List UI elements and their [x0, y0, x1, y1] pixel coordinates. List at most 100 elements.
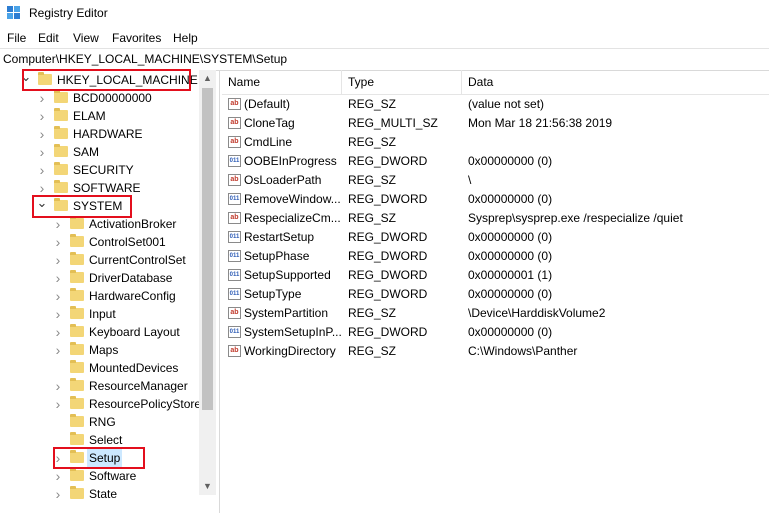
chevron-right-icon[interactable]: › [52, 377, 64, 395]
tree-scrollbar[interactable]: ▲ ▼ [199, 70, 216, 495]
value-name: RestartSetup [244, 230, 315, 244]
tree-node-label[interactable]: MountedDevices [89, 359, 178, 377]
chevron-right-icon[interactable]: › [52, 269, 64, 287]
tree-node-label[interactable]: Input [89, 305, 116, 323]
value-data: \ [468, 173, 472, 187]
value-row[interactable]: ab (Default) REG_SZ (value not set) [222, 95, 769, 114]
tree-node-label[interactable]: BCD00000000 [73, 89, 152, 107]
value-row[interactable]: ab CmdLine REG_SZ [222, 133, 769, 152]
chevron-right-icon[interactable]: › [36, 89, 48, 107]
chevron-right-icon[interactable]: › [36, 107, 48, 125]
window-title: Registry Editor [29, 6, 108, 20]
tree-node[interactable]: › HARDWARE [0, 125, 199, 143]
column-name-header[interactable]: Name [222, 70, 342, 94]
tree-node[interactable]: › Keyboard Layout [0, 323, 199, 341]
folder-icon [70, 288, 84, 301]
scroll-down-arrow-icon[interactable]: ▼ [199, 478, 216, 495]
value-row[interactable]: 011 RestartSetup REG_DWORD 0x00000000 (0) [222, 228, 769, 247]
menu-file[interactable]: File [7, 31, 26, 45]
value-row[interactable]: 011 SetupSupported REG_DWORD 0x00000001 (1) [222, 266, 769, 285]
tree-node[interactable]: › Maps [0, 341, 199, 359]
tree-node[interactable]: › Input [0, 305, 199, 323]
address-path[interactable]: Computer\HKEY_LOCAL_MACHINE\SYSTEM\Setup [3, 52, 287, 66]
tree-node[interactable]: › SAM [0, 143, 199, 161]
value-data: 0x00000000 (0) [468, 154, 553, 168]
menu-edit[interactable]: Edit [38, 31, 59, 45]
tree-node[interactable]: › State [0, 485, 199, 503]
tree-node-label[interactable]: Software [89, 467, 136, 485]
tree-node-label[interactable]: DriverDatabase [89, 269, 172, 287]
binary-value-icon: 011 [228, 288, 241, 300]
tree-node-label[interactable]: ELAM [73, 107, 106, 125]
value-data: (value not set) [468, 97, 545, 111]
tree-node[interactable]: › ControlSet001 [0, 233, 199, 251]
chevron-right-icon[interactable]: › [36, 125, 48, 143]
tree-node[interactable]: › DriverDatabase [0, 269, 199, 287]
tree-node-label[interactable]: ControlSet001 [89, 233, 166, 251]
value-row[interactable]: ab OsLoaderPath REG_SZ \ [222, 171, 769, 190]
chevron-right-icon[interactable]: › [52, 341, 64, 359]
tree-node[interactable]: RNG [0, 413, 199, 431]
value-name: SetupPhase [244, 249, 310, 263]
value-row[interactable]: 011 SetupType REG_DWORD 0x00000000 (0) [222, 285, 769, 304]
value-data: \Device\HarddiskVolume2 [468, 306, 606, 320]
tree-node[interactable]: › Software [0, 467, 199, 485]
chevron-right-icon[interactable]: › [52, 251, 64, 269]
tree-node[interactable]: › ResourcePolicyStore [0, 395, 201, 413]
tree-node-label[interactable]: SECURITY [73, 161, 134, 179]
value-row[interactable]: 011 SystemSetupInP... REG_DWORD 0x00000000 … [222, 323, 769, 342]
tree-node[interactable]: › HardwareConfig [0, 287, 199, 305]
scroll-thumb[interactable] [202, 88, 213, 410]
tree-node-label[interactable]: ResourceManager [89, 377, 188, 395]
chevron-right-icon[interactable]: › [52, 485, 64, 503]
value-row[interactable]: ab RespecializeCm... REG_SZ Sysprep\sysprep… [222, 209, 769, 228]
menu-view[interactable]: View [73, 31, 99, 45]
chevron-right-icon[interactable]: › [36, 143, 48, 161]
value-row[interactable]: 011 RemoveWindow... REG_DWORD 0x00000000 (0… [222, 190, 769, 209]
address-bar[interactable]: Computer\HKEY_LOCAL_MACHINE\SYSTEM\Setup [0, 48, 769, 71]
tree-node[interactable]: › BCD00000000 [0, 89, 199, 107]
folder-icon [70, 306, 84, 319]
chevron-right-icon[interactable]: › [52, 233, 64, 251]
chevron-right-icon[interactable]: › [52, 305, 64, 323]
tree-node-label[interactable]: CurrentControlSet [89, 251, 186, 269]
folder-icon [70, 252, 84, 265]
tree-node[interactable]: › CurrentControlSet [0, 251, 199, 269]
chevron-right-icon[interactable]: › [52, 287, 64, 305]
chevron-right-icon[interactable]: › [36, 161, 48, 179]
value-row[interactable]: 011 SetupPhase REG_DWORD 0x00000000 (0) [222, 247, 769, 266]
column-type-header[interactable]: Type [342, 70, 462, 94]
tree-node-label[interactable]: State [89, 485, 117, 503]
menu-help[interactable]: Help [173, 31, 198, 45]
value-data: 0x00000001 (1) [468, 268, 553, 282]
value-row[interactable]: ab WorkingDirectory REG_SZ C:\Windows\Panth… [222, 342, 769, 361]
tree-node[interactable]: › ResourceManager [0, 377, 199, 395]
folder-icon [54, 180, 68, 193]
folder-icon [70, 414, 84, 427]
binary-value-icon: 011 [228, 155, 241, 167]
menu-favorites[interactable]: Favorites [112, 31, 161, 45]
value-name: OsLoaderPath [244, 173, 322, 187]
tree-node[interactable]: › ELAM [0, 107, 199, 125]
chevron-right-icon[interactable]: › [52, 467, 64, 485]
tree-node[interactable]: › SECURITY [0, 161, 199, 179]
tree-node[interactable]: MountedDevices [0, 359, 199, 377]
value-row[interactable]: ab CloneTag REG_MULTI_SZ Mon Mar 18 21:56:3… [222, 114, 769, 133]
scroll-up-arrow-icon[interactable]: ▲ [199, 70, 216, 87]
chevron-right-icon[interactable]: › [52, 323, 64, 341]
column-data-header[interactable]: Data [462, 70, 768, 94]
tree-node-label[interactable]: SAM [73, 143, 99, 161]
tree-node-label[interactable]: HardwareConfig [89, 287, 176, 305]
value-data: 0x00000000 (0) [468, 287, 553, 301]
chevron-right-icon[interactable]: › [52, 395, 64, 413]
value-row[interactable]: 011 OOBEInProgress REG_DWORD 0x00000000 (0) [222, 152, 769, 171]
folder-icon [70, 486, 84, 499]
tree-node-label[interactable]: Keyboard Layout [89, 323, 180, 341]
tree-node-label[interactable]: Maps [89, 341, 118, 359]
pane-splitter[interactable] [219, 70, 220, 513]
tree-node-label[interactable]: ResourcePolicyStore [89, 395, 201, 413]
folder-icon [70, 324, 84, 337]
tree-node-label[interactable]: HARDWARE [73, 125, 143, 143]
tree-node-label[interactable]: RNG [89, 413, 116, 431]
value-row[interactable]: ab SystemPartition REG_SZ \Device\HarddiskV… [222, 304, 769, 323]
